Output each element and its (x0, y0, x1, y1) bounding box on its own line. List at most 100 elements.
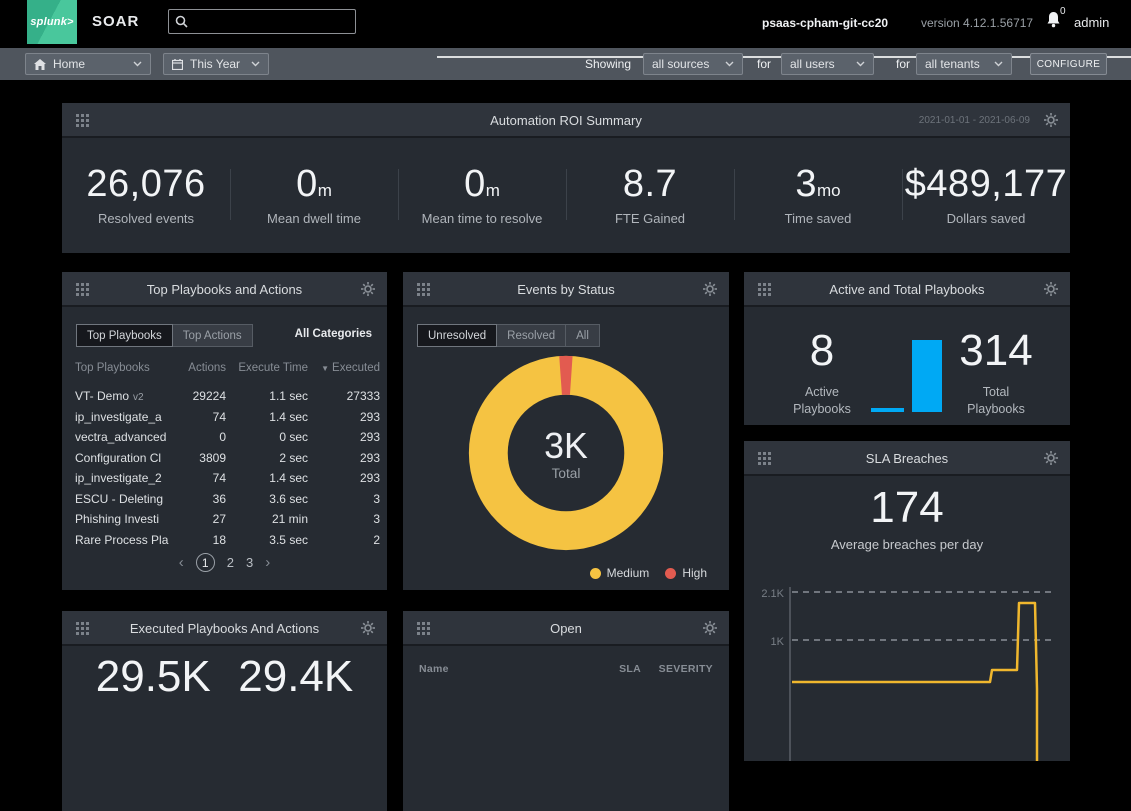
legend-dot-medium (590, 568, 601, 579)
legend-label: Medium (607, 566, 650, 580)
cell-execute-time: 0 sec (226, 430, 308, 444)
gear-icon[interactable] (361, 282, 375, 296)
sla-average-value: 174 (744, 483, 1070, 533)
category-filter[interactable]: All Categories (295, 328, 372, 340)
open-table-header: Name SLA SEVERITY (419, 663, 713, 675)
gear-icon[interactable] (1044, 282, 1058, 296)
stat-time-saved: 3mo Time saved (734, 163, 902, 226)
nav-dropdown-home[interactable]: Home (25, 53, 151, 75)
cell-executed: 293 (308, 451, 380, 465)
panel-title: Active and Total Playbooks (744, 282, 1070, 297)
cell-actions: 18 (178, 533, 226, 547)
search-input[interactable] (194, 15, 349, 29)
chevron-down-icon (725, 61, 734, 67)
playbooks-actions-tabs: Top Playbooks Top Actions (76, 324, 253, 347)
stat-mean-dwell-time: 0m Mean dwell time (230, 163, 398, 226)
notifications-bell-icon[interactable] (1046, 11, 1061, 28)
table-row: VT- Demov2 29224 1.1 sec 27333 (62, 386, 387, 407)
active-playbooks-label: Active Playbooks (762, 384, 882, 418)
page-2[interactable]: 2 (227, 555, 234, 570)
tab-all[interactable]: All (566, 324, 600, 347)
gear-icon[interactable] (361, 621, 375, 635)
column-header-sla[interactable]: SLA (581, 663, 641, 675)
playbook-name: VT- Demo (75, 389, 129, 403)
sources-select[interactable]: all sources (643, 53, 743, 75)
tab-unresolved[interactable]: Unresolved (417, 324, 497, 347)
table-row: ip_investigate_2 74 1.4 sec 293 (62, 468, 387, 489)
cell-execute-time: 1.4 sec (226, 471, 308, 485)
column-header-name[interactable]: Name (419, 663, 581, 675)
donut-legend: Medium High (590, 566, 707, 580)
sla-line-series (792, 603, 1037, 761)
page-1-current[interactable]: 1 (196, 553, 215, 572)
configure-button[interactable]: CONFIGURE (1030, 53, 1107, 75)
next-page-arrow[interactable]: › (265, 554, 270, 571)
chevron-down-icon (856, 61, 865, 67)
cell-executed: 3 (308, 512, 380, 526)
cell-actions: 29224 (178, 389, 226, 403)
stat-unit: mo (817, 181, 841, 200)
donut-total-value: 3K (544, 426, 588, 466)
panel-events-by-status: Events by Status Unresolved Resolved All… (403, 272, 729, 590)
gear-icon[interactable] (1044, 451, 1058, 465)
page-3[interactable]: 3 (246, 555, 253, 570)
playbooks-table: VT- Demov2 29224 1.1 sec 27333 ip_invest… (62, 386, 387, 550)
cell-execute-time: 1.4 sec (226, 410, 308, 424)
cell-actions: 74 (178, 471, 226, 485)
playbook-name: Phishing Investi (75, 512, 159, 526)
stat-label: Time saved (734, 211, 902, 226)
instance-name: psaas-cpham-git-cc20 (762, 16, 888, 30)
tenants-select[interactable]: all tenants (916, 53, 1012, 75)
panel-header: Automation ROI Summary 2021-01-01 - 2021… (62, 103, 1070, 138)
users-select[interactable]: all users (781, 53, 874, 75)
gear-icon[interactable] (703, 282, 717, 296)
table-row: Configuration Cl 3809 2 sec 293 (62, 448, 387, 469)
events-donut-chart: 3K Total (403, 348, 729, 563)
splunk-logo: splunk> (27, 0, 77, 44)
cell-actions: 27 (178, 512, 226, 526)
cell-execute-time: 3.6 sec (226, 492, 308, 506)
stat-value: $489,177 (905, 163, 1068, 205)
table-row: vectra_advanced 0 0 sec 293 (62, 427, 387, 448)
legend-dot-high (665, 568, 676, 579)
tab-top-playbooks[interactable]: Top Playbooks (76, 324, 173, 347)
panel-active-total-playbooks: Active and Total Playbooks 8 Active Play… (744, 272, 1070, 425)
stat-fte-gained: 8.7 FTE Gained (566, 163, 734, 226)
chevron-down-icon (994, 61, 1003, 67)
gear-icon[interactable] (703, 621, 717, 635)
tab-resolved[interactable]: Resolved (497, 324, 566, 347)
legend-high[interactable]: High (665, 566, 707, 580)
table-header: Top Playbooks Actions Execute Time ▼Exec… (62, 362, 387, 374)
sources-select-value: all sources (652, 57, 709, 71)
gear-icon[interactable] (1044, 113, 1058, 127)
user-menu[interactable]: admin (1074, 15, 1109, 30)
sla-average-label: Average breaches per day (744, 537, 1070, 552)
splunk-logo-text: splunk> (30, 16, 73, 28)
stat-mean-time-to-resolve: 0m Mean time to resolve (398, 163, 566, 226)
tenants-select-value: all tenants (925, 57, 980, 71)
panel-top-playbooks-and-actions: Top Playbooks and Actions Top Playbooks … (62, 272, 387, 590)
column-header-executed[interactable]: ▼Executed (308, 362, 380, 374)
cell-executed: 293 (308, 430, 380, 444)
column-header-name[interactable]: Top Playbooks (75, 362, 178, 374)
prev-page-arrow[interactable]: ‹ (179, 554, 184, 571)
stat-value: 26,076 (86, 163, 205, 205)
legend-medium[interactable]: Medium (590, 566, 650, 580)
panel-header: Active and Total Playbooks (744, 272, 1070, 307)
cell-execute-time: 1.1 sec (226, 389, 308, 403)
table-row: ESCU - Deleting 36 3.6 sec 3 (62, 489, 387, 510)
stat-label: Mean time to resolve (398, 211, 566, 226)
column-header-actions[interactable]: Actions (178, 362, 226, 374)
playbook-name: Rare Process Pla (75, 533, 168, 547)
global-search[interactable] (168, 9, 356, 34)
donut-total-label: Total (552, 466, 581, 481)
time-range-dropdown[interactable]: This Year (163, 53, 269, 75)
ytick-1k: 1K (771, 636, 785, 648)
cell-executed: 2 (308, 533, 380, 547)
panel-title: Top Playbooks and Actions (62, 282, 387, 297)
search-icon (175, 15, 188, 28)
column-header-execute-time[interactable]: Execute Time (226, 362, 308, 374)
panel-header: Top Playbooks and Actions (62, 272, 387, 307)
column-header-severity[interactable]: SEVERITY (641, 663, 713, 675)
tab-top-actions[interactable]: Top Actions (173, 324, 253, 347)
